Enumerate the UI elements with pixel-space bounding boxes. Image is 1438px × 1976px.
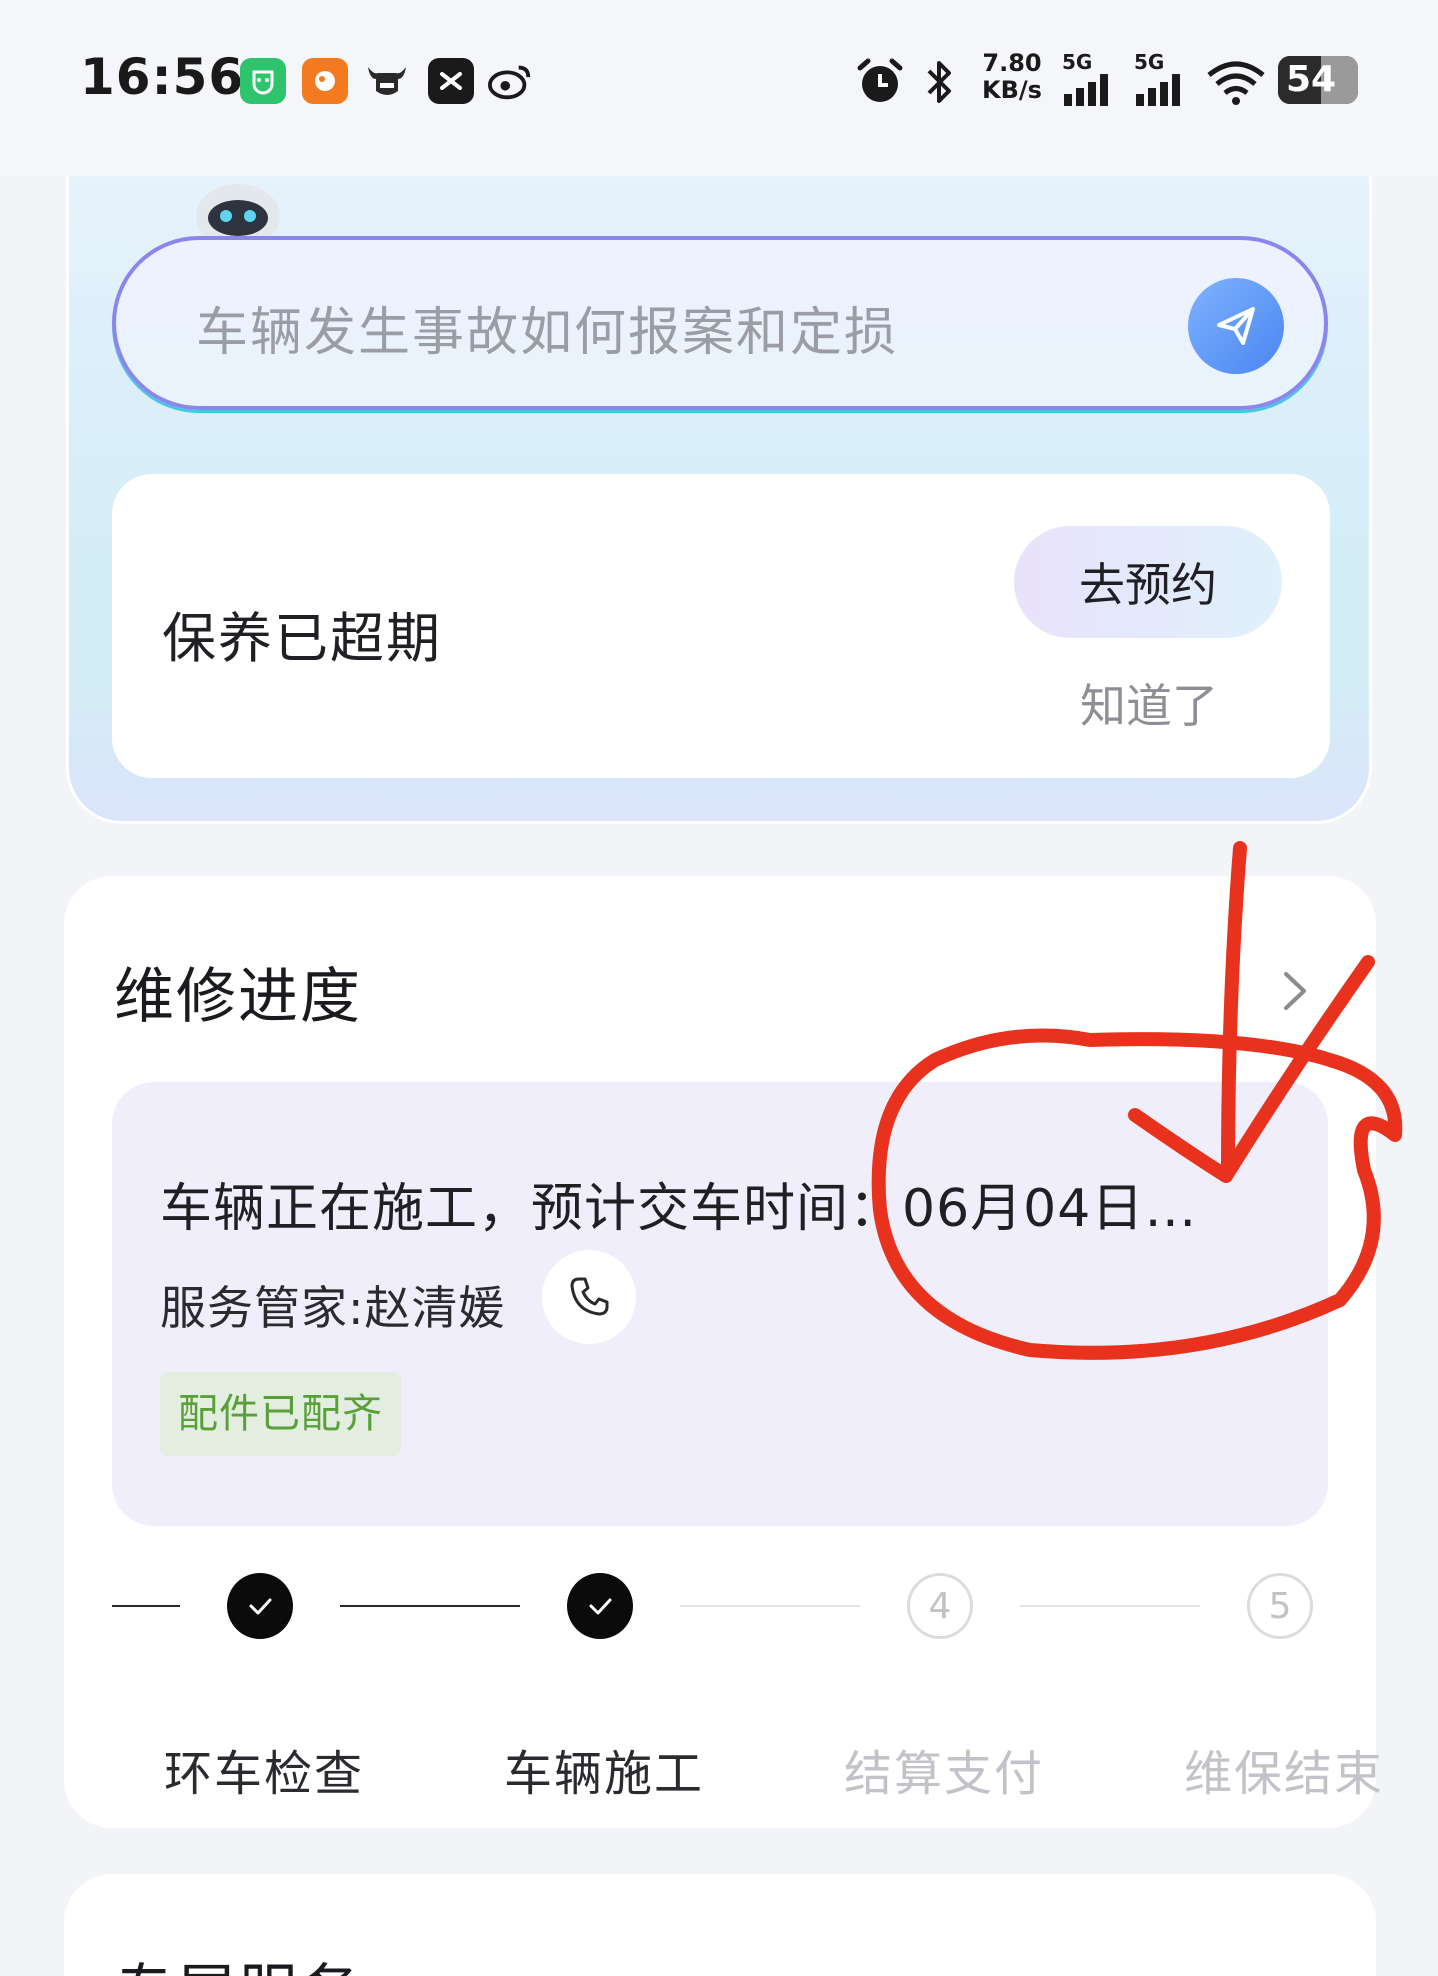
alarm-icon [852,52,908,112]
stepper-line-2 [680,1605,860,1607]
step-2-check-icon [567,1573,633,1639]
signal-sim1-icon: 5G [1062,52,1124,112]
service-advisor-name: 服务管家:赵清媛 [160,1281,506,1335]
repair-progress-title: 维修进度 [114,962,362,1032]
step-4-label: 维保结束 [1184,1746,1385,1802]
phone-icon [570,1277,609,1316]
miui-app-icon [240,58,286,104]
bluetooth-icon [914,52,964,112]
robot-mascot-icon [176,176,300,236]
services-title: 专属服务 [114,1944,362,1976]
x-app-icon [428,58,474,104]
stepper-line-1 [340,1605,520,1607]
assistant-search-bar[interactable]: 车辆发生事故如何报案和定损 [112,236,1328,410]
repair-status-text: 车辆正在施工，预计交车时间：06月04日… [160,1179,1198,1239]
repair-status-box: 车辆正在施工，预计交车时间：06月04日… 服务管家:赵清媛 配件已配齐 [112,1082,1328,1526]
exclusive-services-card[interactable]: 专属服务 [64,1874,1376,1976]
parts-ready-badge: 配件已配齐 [160,1372,401,1456]
signal-sim2-icon: 5G [1134,52,1196,112]
status-time: 16:56 [80,48,245,106]
orange-app-icon [302,58,348,104]
net-speed-unit: KB/s [982,76,1042,104]
send-button[interactable] [1188,278,1284,374]
stepper-line-lead [112,1605,180,1607]
chevron-right-icon[interactable] [1270,966,1320,1016]
maintenance-reminder-card: 保养已超期 去预约 知道了 [112,474,1330,778]
dismiss-button[interactable]: 知道了 [1080,670,1218,736]
book-appointment-button[interactable]: 去预约 [1014,526,1282,638]
step-3-number: 4 [907,1573,973,1639]
stepper-line-3 [1020,1605,1200,1607]
step-1-check-icon [227,1573,293,1639]
net-speed: 7.80 KB/s [980,50,1044,104]
step-4-number: 5 [1247,1573,1313,1639]
bull-app-icon [364,58,410,104]
send-icon [1217,307,1255,345]
weibo-icon [488,58,534,104]
sim2-label: 5G [1134,50,1165,74]
step-1-label: 环车检查 [164,1746,365,1802]
repair-progress-card[interactable]: 维修进度 车辆正在施工，预计交车时间：06月04日… 服务管家:赵清媛 配件已配… [64,876,1376,1828]
sim1-label: 5G [1062,50,1093,74]
search-input[interactable]: 车辆发生事故如何报案和定损 [196,290,898,365]
call-advisor-button[interactable] [542,1250,636,1344]
step-3-label: 结算支付 [844,1746,1045,1802]
status-bar: 16:56 7.80 KB/s 5G 5G 54 [0,0,1438,176]
maintenance-title: 保养已超期 [162,607,442,670]
battery-level: 54 [1286,59,1337,100]
wifi-icon [1204,52,1268,112]
battery-indicator: 54 [1278,56,1358,104]
step-2-label: 车辆施工 [504,1746,705,1802]
net-speed-value: 7.80 [982,49,1042,77]
